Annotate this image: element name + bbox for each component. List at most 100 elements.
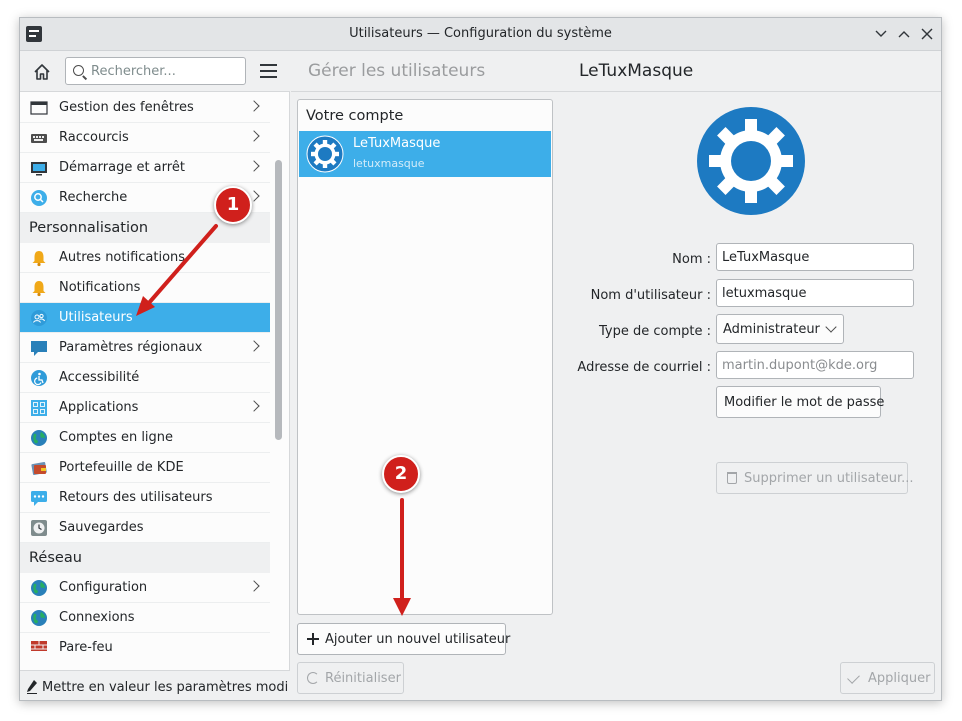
sidebar-item-label: Pare-feu [59, 640, 113, 651]
chevron-right-icon [248, 100, 260, 112]
backup-icon [31, 520, 47, 536]
change-password-button[interactable]: Modifier le mot de passe [716, 386, 885, 418]
search-field[interactable] [65, 57, 246, 85]
close-icon [921, 28, 933, 40]
delete-user-button[interactable]: Supprimer un utilisateur... [716, 462, 914, 494]
sidebar-list: Gestion des fenêtres Raccourcis Démarrag… [20, 93, 270, 651]
sidebar-item-sauvegardes[interactable]: Sauvegardes [20, 513, 270, 543]
sidebar-item-portefeuille-kde[interactable]: Portefeuille de KDE [20, 453, 270, 483]
email-input[interactable] [716, 351, 914, 379]
home-button[interactable] [30, 60, 54, 84]
sidebar-item-label: Paramètres régionaux [59, 340, 203, 355]
applications-icon [31, 400, 47, 416]
delete-user-label: Supprimer un utilisateur... [744, 471, 914, 486]
sidebar-item-label: Raccourcis [59, 130, 129, 145]
search-icon [73, 65, 84, 76]
globe-icon [31, 580, 47, 596]
sidebar-item-label: Retours des utilisateurs [59, 490, 213, 505]
users-icon [31, 310, 47, 326]
kde-logo-icon [306, 135, 344, 173]
sidebar-item-pare-feu[interactable]: Pare-feu [20, 633, 270, 651]
user-list-header: Votre compte [306, 108, 404, 124]
user-list-item[interactable]: LeTuxMasque letuxmasque [299, 131, 551, 177]
username-label: Nom d'utilisateur : [590, 288, 711, 303]
chevron-right-icon [248, 340, 260, 352]
search-icon [31, 190, 47, 206]
trash-icon [727, 472, 737, 484]
user-login-name: letuxmasque [353, 157, 425, 170]
sidebar-item-parametres-regionaux[interactable]: Paramètres régionaux [20, 333, 270, 363]
chevron-down-icon [825, 321, 837, 333]
window-management-icon [30, 101, 48, 115]
main-panel: Gérer les utilisateurs LeTuxMasque Votre… [291, 52, 941, 700]
sidebar-item-notifications[interactable]: Notifications [20, 273, 270, 303]
keyboard-icon [31, 134, 47, 143]
sidebar-item-demarrage[interactable]: Démarrage et arrêt [20, 153, 270, 183]
add-user-button[interactable]: Ajouter un nouvel utilisateur [297, 623, 510, 655]
globe-icon [31, 610, 47, 626]
apply-label: Appliquer [868, 671, 931, 686]
selected-user-title: LeTuxMasque [579, 61, 694, 81]
apply-button[interactable]: Appliquer [840, 662, 935, 694]
sidebar: Gestion des fenêtres Raccourcis Démarrag… [20, 52, 290, 700]
name-input[interactable] [716, 243, 914, 271]
check-icon [847, 671, 860, 684]
firewall-icon [31, 641, 47, 651]
section-title: Gérer les utilisateurs [308, 61, 486, 81]
maximize-button[interactable] [895, 25, 913, 43]
minimize-button[interactable] [872, 25, 890, 43]
name-label: Nom : [672, 252, 711, 267]
startup-icon [31, 162, 47, 176]
sidebar-item-accessibilite[interactable]: Accessibilité [20, 363, 270, 393]
sidebar-item-autres-notifications[interactable]: Autres notifications [20, 243, 270, 273]
plus-icon [307, 633, 319, 645]
sidebar-item-label: Configuration [59, 580, 148, 595]
sidebar-category-reseau: Réseau [20, 543, 270, 573]
feedback-icon [31, 491, 47, 506]
title-bar[interactable]: Utilisateurs — Configuration du système [20, 18, 941, 51]
sidebar-item-gestion-fenetres[interactable]: Gestion des fenêtres [20, 93, 270, 123]
user-list: Votre compte LeTuxMasque letuxmasque [297, 99, 553, 615]
sidebar-item-raccourcis[interactable]: Raccourcis [20, 123, 270, 153]
chevron-right-icon [248, 400, 260, 412]
sidebar-item-label: Sauvegardes [59, 520, 144, 535]
system-settings-window: Utilisateurs — Configuration du système [19, 17, 942, 701]
highlight-changed-settings-label: Mettre en valeur les paramètres modifiés [42, 680, 288, 695]
sidebar-item-retours-utilisateurs[interactable]: Retours des utilisateurs [20, 483, 270, 513]
chevron-down-icon [875, 30, 887, 37]
sidebar-item-label: Comptes en ligne [59, 430, 174, 445]
sidebar-item-comptes-en-ligne[interactable]: Comptes en ligne [20, 423, 270, 453]
close-button[interactable] [918, 25, 936, 43]
user-avatar[interactable] [696, 106, 806, 216]
globe-icon [31, 430, 47, 446]
sidebar-item-utilisateurs[interactable]: Utilisateurs [20, 303, 270, 333]
sidebar-scrollbar[interactable] [275, 160, 282, 440]
email-label: Adresse de courriel : [577, 360, 711, 375]
sidebar-item-applications[interactable]: Applications [20, 393, 270, 423]
user-display-name: LeTuxMasque [353, 136, 441, 151]
highlight-changed-settings-toggle[interactable]: Mettre en valeur les paramètres modifiés [20, 670, 290, 700]
flag-icon [31, 341, 47, 356]
main-header: Gérer les utilisateurs LeTuxMasque [291, 52, 941, 92]
change-password-label: Modifier le mot de passe [724, 395, 885, 410]
hamburger-menu-button[interactable] [260, 64, 277, 78]
annotation-marker-2: 2 [382, 455, 420, 493]
window-title: Utilisateurs — Configuration du système [349, 26, 612, 41]
sidebar-item-label: Accessibilité [59, 370, 140, 385]
sidebar-item-label: Notifications [59, 280, 141, 295]
reset-icon [307, 672, 319, 684]
account-type-select[interactable]: Administrateur [716, 314, 844, 344]
account-type-label: Type de compte : [599, 324, 711, 339]
username-input[interactable] [716, 279, 914, 307]
sidebar-item-configuration[interactable]: Configuration [20, 573, 270, 603]
sidebar-item-label: Gestion des fenêtres [59, 100, 194, 115]
bell-icon [32, 281, 46, 297]
sidebar-item-connexions[interactable]: Connexions [20, 603, 270, 633]
sidebar-item-label: Recherche [59, 190, 128, 205]
search-input[interactable] [91, 61, 241, 81]
reset-button[interactable]: Réinitialiser [297, 662, 404, 694]
sidebar-header [20, 52, 290, 92]
sidebar-item-label: Autres notifications [59, 250, 186, 265]
annotation-marker-1: 1 [214, 186, 252, 224]
sidebar-item-label: Applications [59, 400, 139, 415]
